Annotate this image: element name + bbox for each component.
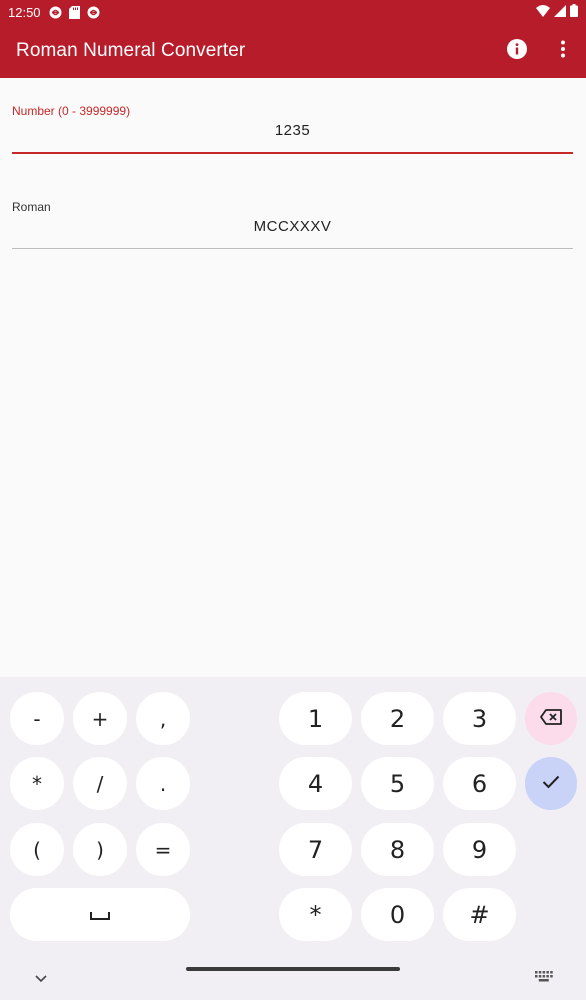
key-6[interactable]: 6 — [443, 757, 516, 810]
key-3[interactable]: 3 — [443, 692, 516, 745]
key-plus[interactable]: + — [73, 692, 127, 745]
battery-icon — [570, 4, 578, 20]
keyboard-bottom-bar — [0, 957, 586, 1000]
roman-output[interactable]: MCCXXXV — [12, 218, 573, 235]
done-key[interactable] — [525, 757, 577, 810]
key-9[interactable]: 9 — [443, 823, 516, 876]
more-options-button[interactable] — [540, 28, 586, 74]
number-input[interactable]: 1235 — [12, 122, 573, 139]
roman-field-label: Roman — [12, 200, 51, 214]
key-star[interactable]: * — [279, 888, 352, 941]
key-close-paren[interactable]: ) — [73, 823, 127, 876]
app-title: Roman Numeral Converter — [16, 40, 246, 61]
more-vert-icon — [560, 40, 566, 63]
key-open-paren[interactable]: ( — [10, 823, 64, 876]
key-comma[interactable]: , — [136, 692, 190, 745]
info-button[interactable] — [494, 28, 540, 74]
chevron-down-icon[interactable] — [35, 970, 47, 988]
status-time: 12:50 — [8, 4, 41, 20]
key-1[interactable]: 1 — [279, 692, 352, 745]
keyboard-icon[interactable] — [535, 969, 553, 987]
backspace-icon — [540, 708, 562, 729]
backspace-key[interactable] — [525, 692, 577, 745]
key-slash[interactable]: / — [73, 757, 127, 810]
key-0[interactable]: 0 — [361, 888, 434, 941]
numeric-keyboard: - + , * / . ( ) = 1 2 3 4 5 6 7 8 9 * 0 … — [0, 677, 586, 1000]
number-field-underline — [12, 152, 573, 154]
key-equals[interactable]: = — [136, 823, 190, 876]
key-4[interactable]: 4 — [279, 757, 352, 810]
space-key[interactable] — [10, 888, 190, 941]
key-8[interactable]: 8 — [361, 823, 434, 876]
space-bar-icon — [90, 905, 110, 924]
status-bar: 12:50 — [0, 0, 586, 24]
key-2[interactable]: 2 — [361, 692, 434, 745]
key-minus[interactable]: - — [10, 692, 64, 745]
navigation-handle[interactable] — [186, 967, 400, 971]
app-bar: Roman Numeral Converter — [0, 24, 586, 78]
number-field[interactable]: Number (0 - 3999999) 1235 — [12, 100, 573, 156]
roman-field[interactable]: Roman MCCXXXV — [12, 196, 573, 252]
vpn-key-icon — [87, 6, 100, 19]
top-bar: 12:50 Roman Numeral Converter — [0, 0, 586, 78]
cell-signal-icon — [554, 4, 566, 20]
roman-field-underline — [12, 248, 573, 249]
number-field-label: Number (0 - 3999999) — [12, 104, 131, 118]
wifi-icon — [536, 4, 550, 20]
info-icon — [507, 38, 527, 64]
key-period[interactable]: . — [136, 757, 190, 810]
sd-card-icon — [68, 5, 80, 19]
key-asterisk[interactable]: * — [10, 757, 64, 810]
key-5[interactable]: 5 — [361, 757, 434, 810]
vpn-key-icon — [49, 6, 62, 19]
key-hash[interactable]: # — [443, 888, 516, 941]
check-icon — [542, 774, 560, 793]
key-7[interactable]: 7 — [279, 823, 352, 876]
